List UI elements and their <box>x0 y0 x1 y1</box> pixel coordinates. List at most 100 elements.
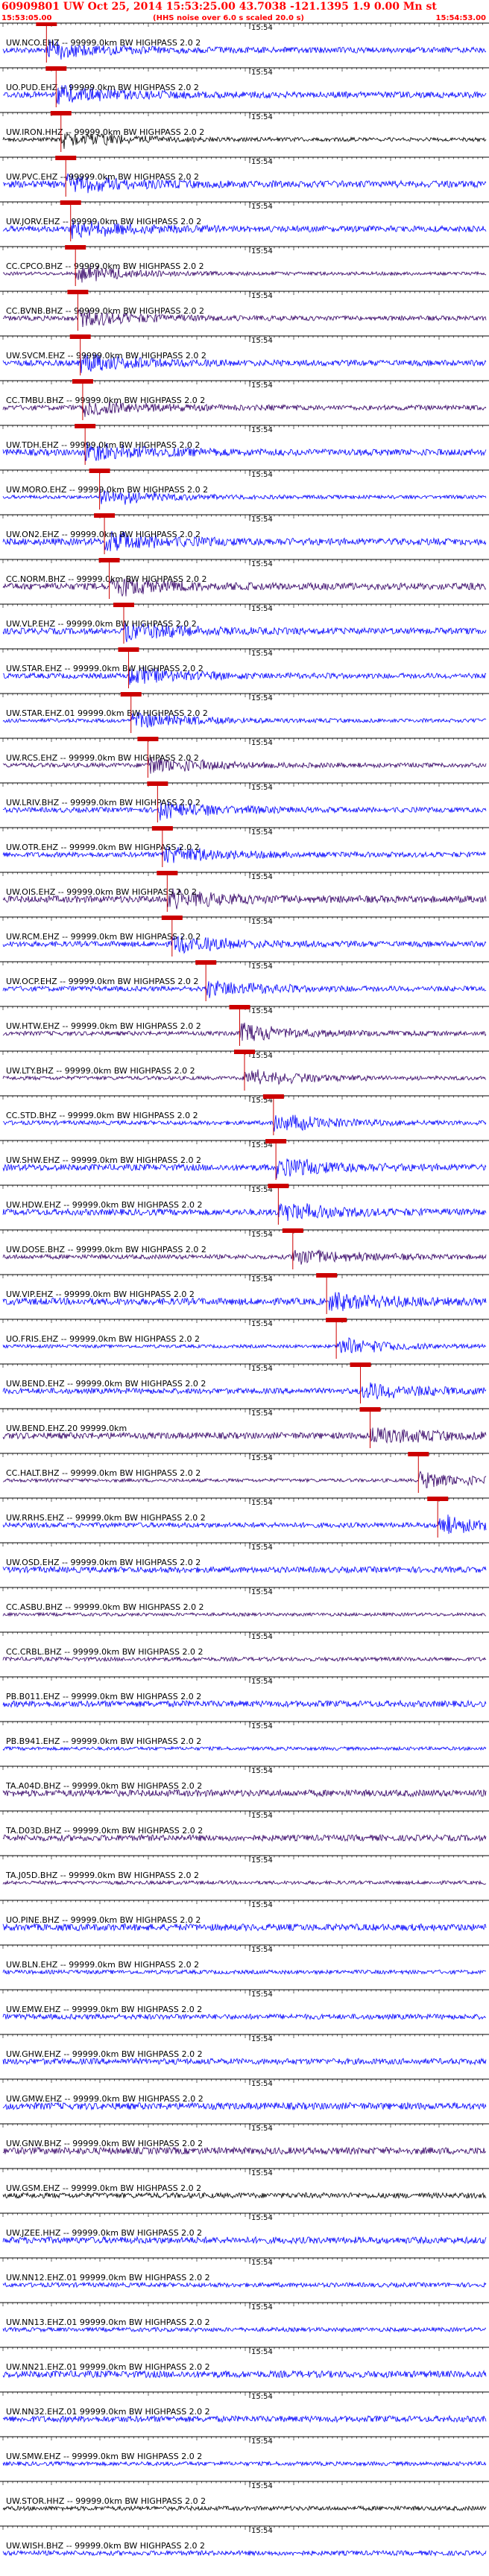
minute-label: 15:54 <box>251 1007 273 1015</box>
minute-label: 15:54 <box>251 1454 273 1462</box>
trace-label: UW.LTY.BHZ -- 99999.0km BW HIGHPASS 2.0 … <box>6 1066 195 1076</box>
trace-row: 15:54 UW.MORO.EHZ -- 99999.0km BW HIGHPAS… <box>0 469 489 510</box>
minute-label: 15:54 <box>251 247 273 256</box>
trace-row: 15:54 UW.OTR.EHZ -- 99999.0km BW HIGHPASS… <box>0 826 489 867</box>
trace-row: 15:54 CC.HALT.BHZ -- 99999.0km BW HIGHPAS… <box>0 1452 489 1493</box>
minute-label: 15:54 <box>251 426 273 434</box>
trace-row: 15:54 CC.BVNB.BHZ -- 99999.0km BW HIGHPAS… <box>0 290 489 331</box>
trace-row: 15:54 UW.OCP.EHZ -- 99999.0km BW HIGHPASS… <box>0 960 489 1001</box>
trace-label: UW.EMW.EHZ -- 99999.0km BW HIGHPASS 2.0 … <box>6 2005 202 2014</box>
trace-label: UW.NCO.EHZ -- 99999.0km BW HIGHPASS 2.0 … <box>6 38 201 48</box>
trace-row: 15:54 UW.GHW.EHZ -- 99999.0km BW HIGHPASS… <box>0 2034 489 2066</box>
minute-label: 15:54 <box>251 1633 273 1641</box>
minute-label: 15:54 <box>251 918 273 926</box>
trace-row: 15:54 TA.A04D.BHZ -- 99999.0km BW HIGHPAS… <box>0 1766 489 1798</box>
minute-label: 15:54 <box>251 694 273 702</box>
minute-label: 15:54 <box>251 1722 273 1730</box>
trace-label: UW.IRON.HHZ -- 99999.0km BW HIGHPASS 2.0… <box>6 127 204 137</box>
trace-label: UW.OCP.EHZ -- 99999.0km BW HIGHPASS 2.0 … <box>6 977 198 986</box>
trace-row: 15:54 CC.TMBU.BHZ -- 99999.0km BW HIGHPAS… <box>0 379 489 420</box>
trace-row: 15:54UW.SHW.EHZ -- 99999.0km BW HIGHPASS… <box>0 1139 489 1180</box>
trace-label: UW.JORV.EHZ -- 99999.0km BW HIGHPASS 2.0… <box>6 217 201 226</box>
trace-label: CC.HALT.BHZ -- 99999.0km BW HIGHPASS 2.0… <box>6 1468 201 1478</box>
trace-row: 15:54 UO.PUD.EHZ -- 99999.0km BW HIGHPASS… <box>0 66 489 107</box>
trace-row: 15:54CC.STD.BHZ -- 99999.0km BW HIGHPASS… <box>0 1094 489 1135</box>
minute-label: 15:54 <box>251 560 273 568</box>
trace-label: PB.B011.EHZ -- 99999.0km BW HIGHPASS 2.0… <box>6 1692 201 1701</box>
trace-label: UW.OTR.EHZ -- 99999.0km BW HIGHPASS 2.0 … <box>6 843 200 852</box>
waveform <box>2 1879 487 1886</box>
waveform <box>2 2013 487 2021</box>
noise-scale-note: (HHS noise over 6.0 s scaled 20.0 s) <box>153 14 304 22</box>
trace-label: UW.GHW.EHZ -- 99999.0km BW HIGHPASS 2.0 … <box>6 2049 203 2059</box>
trace-label: UW.RRHS.EHZ -- 99999.0km BW HIGHPASS 2.0… <box>6 1513 206 1523</box>
trace-label: UW.DOSE.BHZ -- 99999.0km BW HIGHPASS 2.0… <box>6 1245 206 1254</box>
minute-label: 15:54 <box>251 381 273 390</box>
window-end-time: 15:54:53.00 <box>435 14 486 22</box>
trace-label: UW.BEND.EHZ -- 99999.0km BW HIGHPASS 2.0… <box>6 1379 206 1389</box>
minute-label: 15:54 <box>251 1990 273 1999</box>
minute-label: 15:54 <box>251 650 273 658</box>
event-title: 60909801 UW Oct 25, 2014 15:53:25.00 43.… <box>1 1 437 13</box>
trace-label: CC.TMBU.BHZ -- 99999.0km BW HIGHPASS 2.0… <box>6 396 205 405</box>
minute-label: 15:54 <box>251 1544 273 1552</box>
minute-label: 15:54 <box>251 1320 273 1328</box>
trace-row: 15:54 UW.LRIV.BHZ -- 99999.0km BW HIGHPAS… <box>0 781 489 822</box>
trace-row: 15:54 UW.EMW.EHZ -- 99999.0km BW HIGHPASS… <box>0 1989 489 2021</box>
trace-row: 15:54 CC.CRBL.BHZ -- 99999.0km BW HIGHPAS… <box>0 1631 489 1663</box>
trace-label: UW.SHW.EHZ -- 99999.0km BW HIGHPASS 2.0 … <box>6 1155 201 1165</box>
trace-label: UW.RCS.EHZ -- 99999.0km BW HIGHPASS 2.0 … <box>6 753 199 763</box>
minute-label: 15:54 <box>251 337 273 345</box>
trace-row: 15:54 UW.OIS.EHZ -- 99999.0km BW HIGHPASS… <box>0 871 489 912</box>
minute-label: 15:54 <box>251 158 273 166</box>
trace-row: 15:54 UW.BLN.EHZ -- 99999.0km BW HIGHPASS… <box>0 1944 489 1976</box>
minute-label: 15:54 <box>251 739 273 747</box>
trace-row: 15:54 UW.ON2.EHZ -- 99999.0km BW HIGHPASS… <box>0 513 489 554</box>
trace-row: 15:54UW.GMW.EHZ -- 99999.0km BW HIGHPASS… <box>0 2078 489 2111</box>
trace-label: UW.SVCM.EHZ -- 99999.0km BW HIGHPASS 2.0… <box>6 351 206 361</box>
waveform <box>2 1969 487 1976</box>
trace-row: 15:54 UW.HTW.EHZ -- 99999.0km BW HIGHPASS… <box>0 1005 489 1046</box>
trace-row: 15:54 UW.STAR.EHZ -- 99999.0km BW HIGHPAS… <box>0 647 489 688</box>
minute-label: 15:54 <box>251 1231 273 1239</box>
waveform <box>2 1611 487 1617</box>
trace-row: 15:54 UW.RCM.EHZ -- 99999.0km BW HIGHPASS… <box>0 916 489 957</box>
trace-label: UO.PINE.BHZ -- 99999.0km BW HIGHPASS 2.0… <box>6 1915 201 1925</box>
minute-label: 15:54 <box>251 113 273 121</box>
trace-row: 15:54 TA.J05D.BHZ -- 99999.0km BW HIGHPAS… <box>0 1855 489 1886</box>
trace-row: 15:54 PB.B011.EHZ -- 99999.0km BW HIGHPAS… <box>0 1676 489 1708</box>
trace-label: UW.PVC.EHZ -- 99999.0km BW HIGHPASS 2.0 … <box>6 172 199 182</box>
minute-label: 15:54 <box>251 1946 273 1954</box>
waveform <box>2 1699 487 1708</box>
trace-label: UW.VLP.EHZ -- 99999.0km BW HIGHPASS 2.0 … <box>6 619 197 629</box>
minute-label: 15:54 <box>251 1812 273 1820</box>
trace-label: UW.MORO.EHZ -- 99999.0km BW HIGHPASS 2.0… <box>6 485 208 495</box>
trace-row: 15:54 CC.ASBU.BHZ -- 99999.0km BW HIGHPAS… <box>0 1587 489 1617</box>
trace-row: 15:54 UW.TDH.EHZ -- 99999.0km BW HIGHPASS… <box>0 424 489 465</box>
trace-label: UW.STAR.EHZ -- 99999.0km BW HIGHPASS 2.0… <box>6 664 204 673</box>
trace-label: UO.PUD.EHZ -- 99999.0km BW HIGHPASS 2.0 … <box>6 83 199 92</box>
minute-label: 15:54 <box>251 1275 273 1284</box>
trace-label: UW.STAR.EHZ.01 99999.0km BW HIGHPASS 2.0… <box>6 708 208 718</box>
trace-label: TA.A04D.BHZ -- 99999.0km BW HIGHPASS 2.0… <box>5 1781 202 1791</box>
trace-label: UW.HDW.EHZ -- 99999.0km BW HIGHPASS 2.0 … <box>6 1200 203 1210</box>
minute-label: 15:54 <box>251 605 273 613</box>
waveform <box>2 2058 487 2066</box>
trace-label: CC.STD.BHZ -- 99999.0km BW HIGHPASS 2.0 … <box>6 1111 198 1120</box>
trace-row: 15:54 UW.VIP.EHZ -- 99999.0km BW HIGHPASS… <box>0 1273 489 1314</box>
trace-label: CC.BVNB.BHZ -- 99999.0km BW HIGHPASS 2.0… <box>6 306 204 316</box>
minute-label: 15:54 <box>251 1901 273 1909</box>
trace-row: 15:54 UW.OSD.EHZ -- 99999.0km BW HIGHPASS… <box>0 1542 489 1574</box>
trace-row: 15:54UW.LTY.BHZ -- 99999.0km BW HIGHPASS… <box>0 1050 489 1091</box>
trace-row: 15:54 PB.B941.EHZ -- 99999.0km BW HIGHPAS… <box>0 1721 489 1751</box>
trace-label: UW.VIP.EHZ -- 99999.0km BW HIGHPASS 2.0 … <box>6 1289 195 1299</box>
trace-label: TA.J05D.BHZ -- 99999.0km BW HIGHPASS 2.0… <box>5 1871 199 1880</box>
minute-label: 15:54 <box>251 1588 273 1596</box>
minute-label: 15:54 <box>251 69 273 77</box>
trace-row: 15:54 UW.VLP.EHZ -- 99999.0km BW HIGHPASS… <box>0 603 489 644</box>
trace-row: 15:54UW.HDW.EHZ -- 99999.0km BW HIGHPASS… <box>0 1184 489 1225</box>
trace-row: 15:54 UW.JORV.EHZ -- 99999.0km BW HIGHPAS… <box>0 200 489 241</box>
trace-row: 15:54 UW.IRON.HHZ -- 99999.0km BW HIGHPAS… <box>0 111 489 152</box>
trace-row: 15:54 UO.PINE.BHZ -- 99999.0km BW HIGHPAS… <box>0 1900 489 1932</box>
trace-row: 15:54 TA.D03D.BHZ -- 99999.0km BW HIGHPAS… <box>0 1810 489 1842</box>
